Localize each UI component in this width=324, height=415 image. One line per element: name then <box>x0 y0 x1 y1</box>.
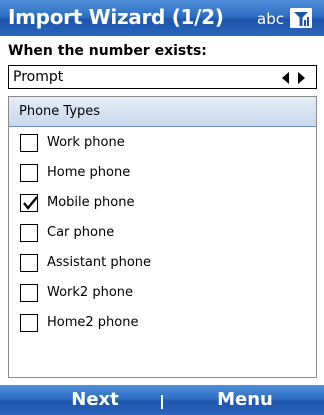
list-item-work-phone[interactable]: Work phone <box>9 129 316 159</box>
checkbox[interactable] <box>20 314 38 332</box>
list-item-label: Work phone <box>47 135 125 150</box>
signal-strength-icon <box>288 6 314 30</box>
list-item-work2-phone[interactable]: Work2 phone <box>9 279 316 309</box>
checkbox[interactable] <box>20 134 38 152</box>
list-item-mobile-phone[interactable]: Mobile phone <box>9 189 316 219</box>
arrow-left-icon[interactable] <box>282 72 289 84</box>
phone-types-list: Phone Types Work phone Home phone Mobile… <box>8 96 317 378</box>
duplicate-option-value: Prompt <box>13 69 64 85</box>
list-item-home-phone[interactable]: Home phone <box>9 159 316 189</box>
title-bar: Import Wizard (1/2) abc <box>0 0 324 36</box>
checkbox[interactable] <box>20 224 38 242</box>
checkmark-icon <box>22 195 38 211</box>
softkey-bar: Next Menu <box>0 385 324 415</box>
checkbox[interactable] <box>20 284 38 302</box>
arrow-right-icon[interactable] <box>298 72 305 84</box>
list-item-label: Work2 phone <box>47 285 134 300</box>
next-softkey[interactable]: Next <box>55 389 135 410</box>
list-item-home2-phone[interactable]: Home2 phone <box>9 309 316 339</box>
list-item-label: Assistant phone <box>47 255 152 270</box>
import-wizard-screen: Import Wizard (1/2) abc When the number … <box>0 0 324 415</box>
softkey-divider <box>161 395 163 409</box>
window-title: Import Wizard (1/2) <box>8 5 224 29</box>
list-item-car-phone[interactable]: Car phone <box>9 219 316 249</box>
checkbox[interactable] <box>20 254 38 272</box>
menu-softkey[interactable]: Menu <box>205 389 285 410</box>
list-item-label: Car phone <box>47 225 115 240</box>
checkbox-checked[interactable] <box>20 194 38 212</box>
checkbox[interactable] <box>20 164 38 182</box>
list-item-assistant-phone[interactable]: Assistant phone <box>9 249 316 279</box>
duplicate-option-picker[interactable]: Prompt <box>8 65 317 89</box>
phone-types-header-label: Phone Types <box>19 104 101 119</box>
list-item-label: Home2 phone <box>47 315 139 330</box>
phone-types-header: Phone Types <box>9 97 316 127</box>
input-mode-indicator: abc <box>257 10 284 28</box>
list-item-label: Mobile phone <box>47 195 135 210</box>
duplicate-option-label: When the number exists: <box>8 43 207 59</box>
list-item-label: Home phone <box>47 165 131 180</box>
